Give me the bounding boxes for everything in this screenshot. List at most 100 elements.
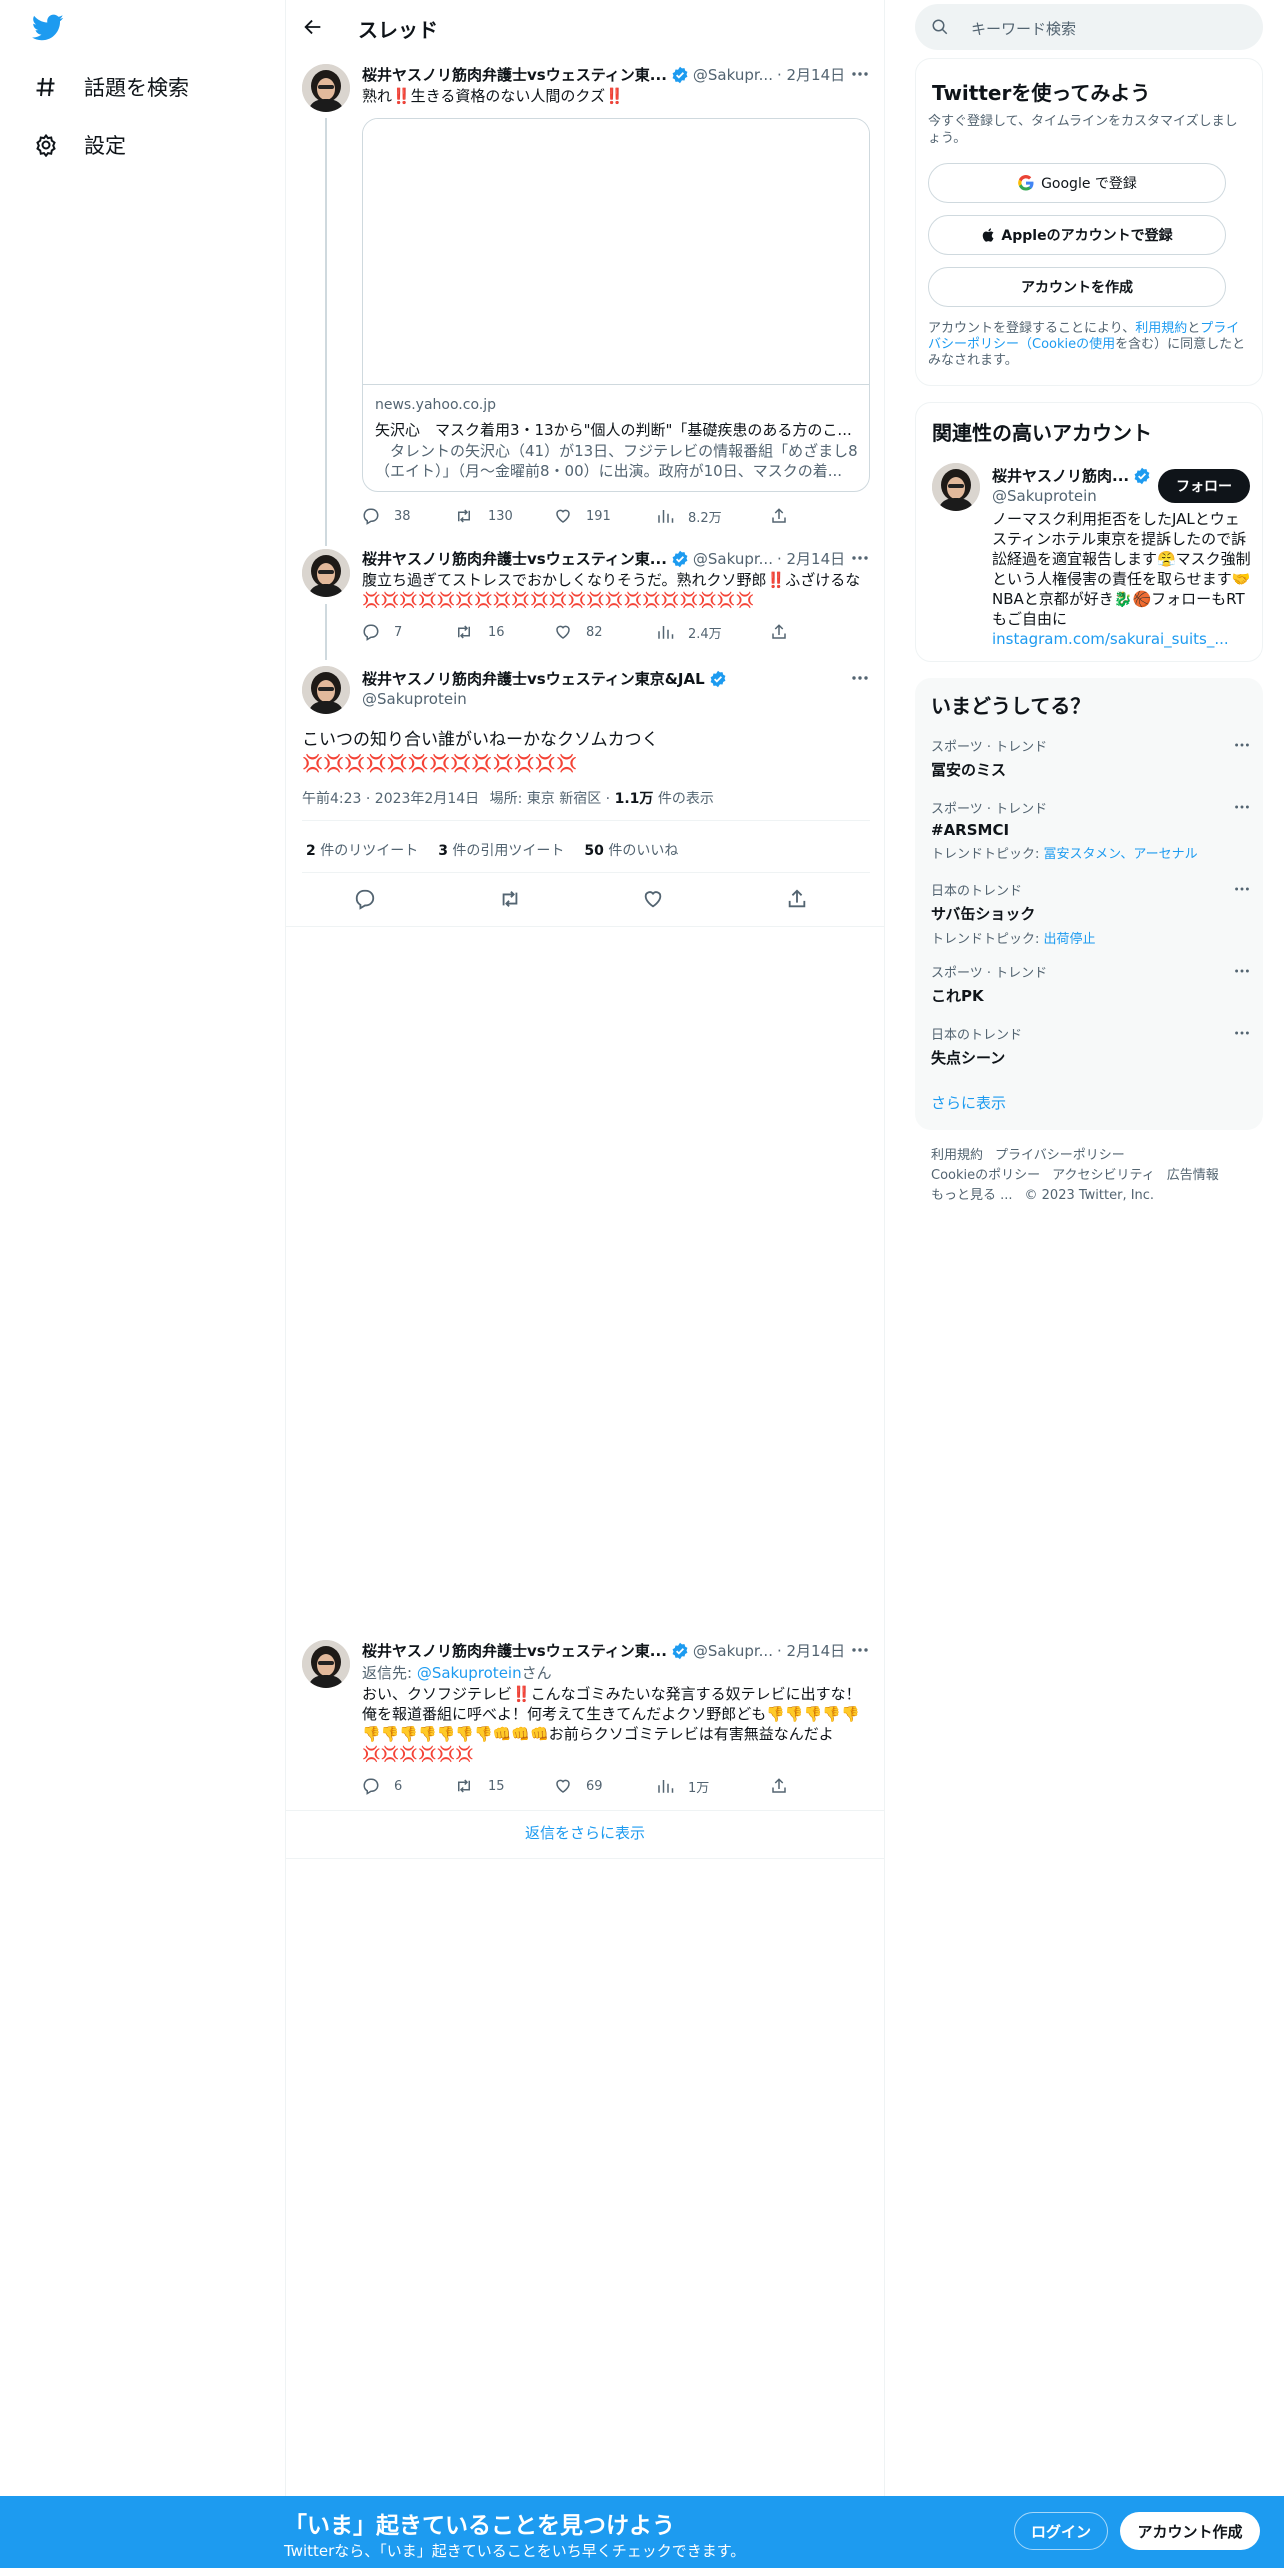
trend-item[interactable]: スポーツ · トレンド 冨安のミス [931,736,1251,780]
views-button[interactable]: 2.4万 [656,623,722,642]
more-options-icon[interactable] [1233,798,1251,816]
reply-button[interactable]: 38 [362,507,411,525]
reply-icon[interactable] [354,888,376,910]
author-handle[interactable]: @Sakupr... [693,1642,773,1660]
trend-item[interactable]: スポーツ · トレンド これPK [931,962,1251,1006]
follow-button[interactable]: フォロー [1158,469,1250,503]
avatar[interactable] [302,64,350,112]
author-name[interactable]: 桜井ヤスノリ筋肉弁護士vsウェスティン東京&JAL [362,668,705,689]
avatar[interactable] [302,549,350,597]
like-button[interactable]: 82 [554,623,603,641]
link-card[interactable]: news.yahoo.co.jp 矢沢心 マスク着用3・13から"個人の判断"「… [362,118,870,492]
avatar[interactable] [302,1640,350,1688]
views-button[interactable]: 1万 [656,1777,709,1796]
trend-category: スポーツ · トレンド [931,740,1048,755]
reply-button[interactable]: 6 [362,1777,402,1795]
show-more-trends-link[interactable]: さらに表示 [931,1092,1006,1113]
retweet-icon [458,625,470,639]
tweet-timestamp[interactable]: 午前4:23 · 2023年2月14日 [302,791,479,807]
signup-button[interactable]: アカウント作成 [1120,2512,1260,2550]
tweet-date[interactable]: · 2月14日 [777,1640,845,1661]
retweet-icon [458,509,470,523]
author-handle[interactable]: @Sakupr... [693,550,773,568]
terms-link[interactable]: 利用規約 [1135,321,1187,336]
view-count: 1万 [688,1780,710,1796]
quote-tweet-stat[interactable]: 3 件の引用ツイート [438,840,564,860]
apple-signup-button[interactable]: Appleのアカウントで登録 [928,215,1226,255]
link-card-description: タレントの矢沢心（41）が13日、フジテレビの情報番組「めざまし8（エイト）」（… [375,442,858,480]
share-icon [772,508,786,523]
share-button[interactable] [770,1777,788,1795]
nav-item-explore[interactable]: 話題を検索 [34,67,189,107]
share-icon[interactable] [786,888,808,910]
more-options-icon[interactable] [850,64,870,84]
footer-link-more[interactable]: もっと見る ... [931,1188,1013,1203]
more-options-icon[interactable] [1233,736,1251,754]
retweet-button[interactable]: 15 [454,1777,505,1795]
footer-link-ads[interactable]: 広告情報 [1167,1168,1219,1183]
trend-item[interactable]: 日本のトレンド サバ缶ショック トレンドトピック: 出荷停止 [931,880,1251,947]
create-account-button[interactable]: アカウントを作成 [928,267,1226,307]
related-title: 関連性の高いアカウント [932,421,1152,445]
retweet-stat[interactable]: 2 件のリツイート [306,840,418,860]
footer-link-cookies[interactable]: Cookieのポリシー [931,1168,1040,1183]
avatar[interactable] [932,463,980,511]
like-stat[interactable]: 50 件のいいね [584,840,678,860]
author-handle[interactable]: @Sakupr... [693,66,773,84]
retweet-count: 15 [488,1778,505,1794]
more-options-icon[interactable] [850,668,870,688]
tweet-date[interactable]: · 2月14日 [777,548,845,569]
retweet-button[interactable]: 16 [454,623,505,641]
reply-count: 7 [394,624,403,640]
more-options-icon[interactable] [1233,1024,1251,1042]
retweet-icon[interactable] [498,888,522,910]
heart-icon[interactable] [642,888,664,910]
tweet-date[interactable]: · 2月14日 [777,64,845,85]
avatar[interactable] [302,666,350,714]
more-options-icon[interactable] [1233,962,1251,980]
author-name[interactable]: 桜井ヤスノリ筋肉弁護士vsウェスティン東... [362,548,667,569]
link-card-image [363,119,869,385]
twitter-logo-icon[interactable] [32,14,64,42]
author-name[interactable]: 桜井ヤスノリ筋肉弁護士vsウェスティン東... [362,1640,667,1661]
footer-link-privacy[interactable]: プライバシーポリシー [995,1148,1125,1163]
like-button[interactable]: 191 [554,507,611,525]
back-arrow-icon[interactable] [302,16,324,38]
retweet-button[interactable]: 130 [454,507,513,525]
related-account-name[interactable]: 桜井ヤスノリ筋肉... [992,465,1129,486]
tweet-text: おい、クソフジテレビ‼️こんなゴミみたいな発言する奴テレビに出すな！俺を報道番組… [362,1685,861,1763]
trend-item[interactable]: 日本のトレンド 失点シーン [931,1024,1251,1068]
reply-to-handle-link[interactable]: @Sakuprotein [417,1664,522,1682]
tweet-actions: 38 130 191 8.2万 [362,506,870,526]
show-more-replies-link[interactable]: 返信をさらに表示 [286,1822,884,1843]
author-handle[interactable]: @Sakuprotein [362,690,467,708]
tweet-actions: 7 16 82 2.4万 [362,622,870,642]
login-button[interactable]: ログイン [1014,2512,1108,2550]
signup-panel: Twitterを使ってみよう 今すぐ登録して、タイムラインをカスタマイズしましょ… [915,58,1263,386]
author-name[interactable]: 桜井ヤスノリ筋肉弁護士vsウェスティン東... [362,64,667,85]
banner-subtitle: Twitterなら、「いま」起きていることをいち早くチェックできます。 [284,2542,746,2560]
related-bio-link[interactable]: instagram.com/sakurai_suits_... [992,630,1229,648]
reply-button[interactable]: 7 [362,623,402,641]
divider [286,1810,884,1811]
more-options-icon[interactable] [1233,880,1251,898]
nav-item-settings[interactable]: 設定 [34,125,126,165]
share-button[interactable] [770,507,788,525]
share-button[interactable] [770,623,788,641]
more-options-icon[interactable] [850,1640,870,1660]
like-count: 69 [586,1778,603,1794]
more-options-icon[interactable] [850,548,870,568]
footer-link-terms[interactable]: 利用規約 [931,1148,983,1163]
views-button[interactable]: 8.2万 [656,507,722,526]
view-count: 2.4万 [688,626,722,642]
footer-link-accessibility[interactable]: アクセシビリティ [1052,1168,1155,1183]
google-signup-button[interactable]: Google で登録 [928,163,1226,203]
search-input[interactable]: キーワード検索 [915,4,1263,50]
trend-item[interactable]: スポーツ · トレンド #ARSMCI トレンドトピック: 冨安スタメン、アーセ… [931,798,1251,862]
related-account-handle[interactable]: @Sakuprotein [992,487,1097,505]
tweet-header: 桜井ヤスノリ筋肉弁護士vsウェスティン東... @Sakupr... · 2月1… [362,548,845,569]
search-icon [932,19,948,35]
trend-topic: トレンドトピック: 出荷停止 [931,932,1096,947]
view-count: 8.2万 [688,510,722,526]
like-button[interactable]: 69 [554,1777,603,1795]
